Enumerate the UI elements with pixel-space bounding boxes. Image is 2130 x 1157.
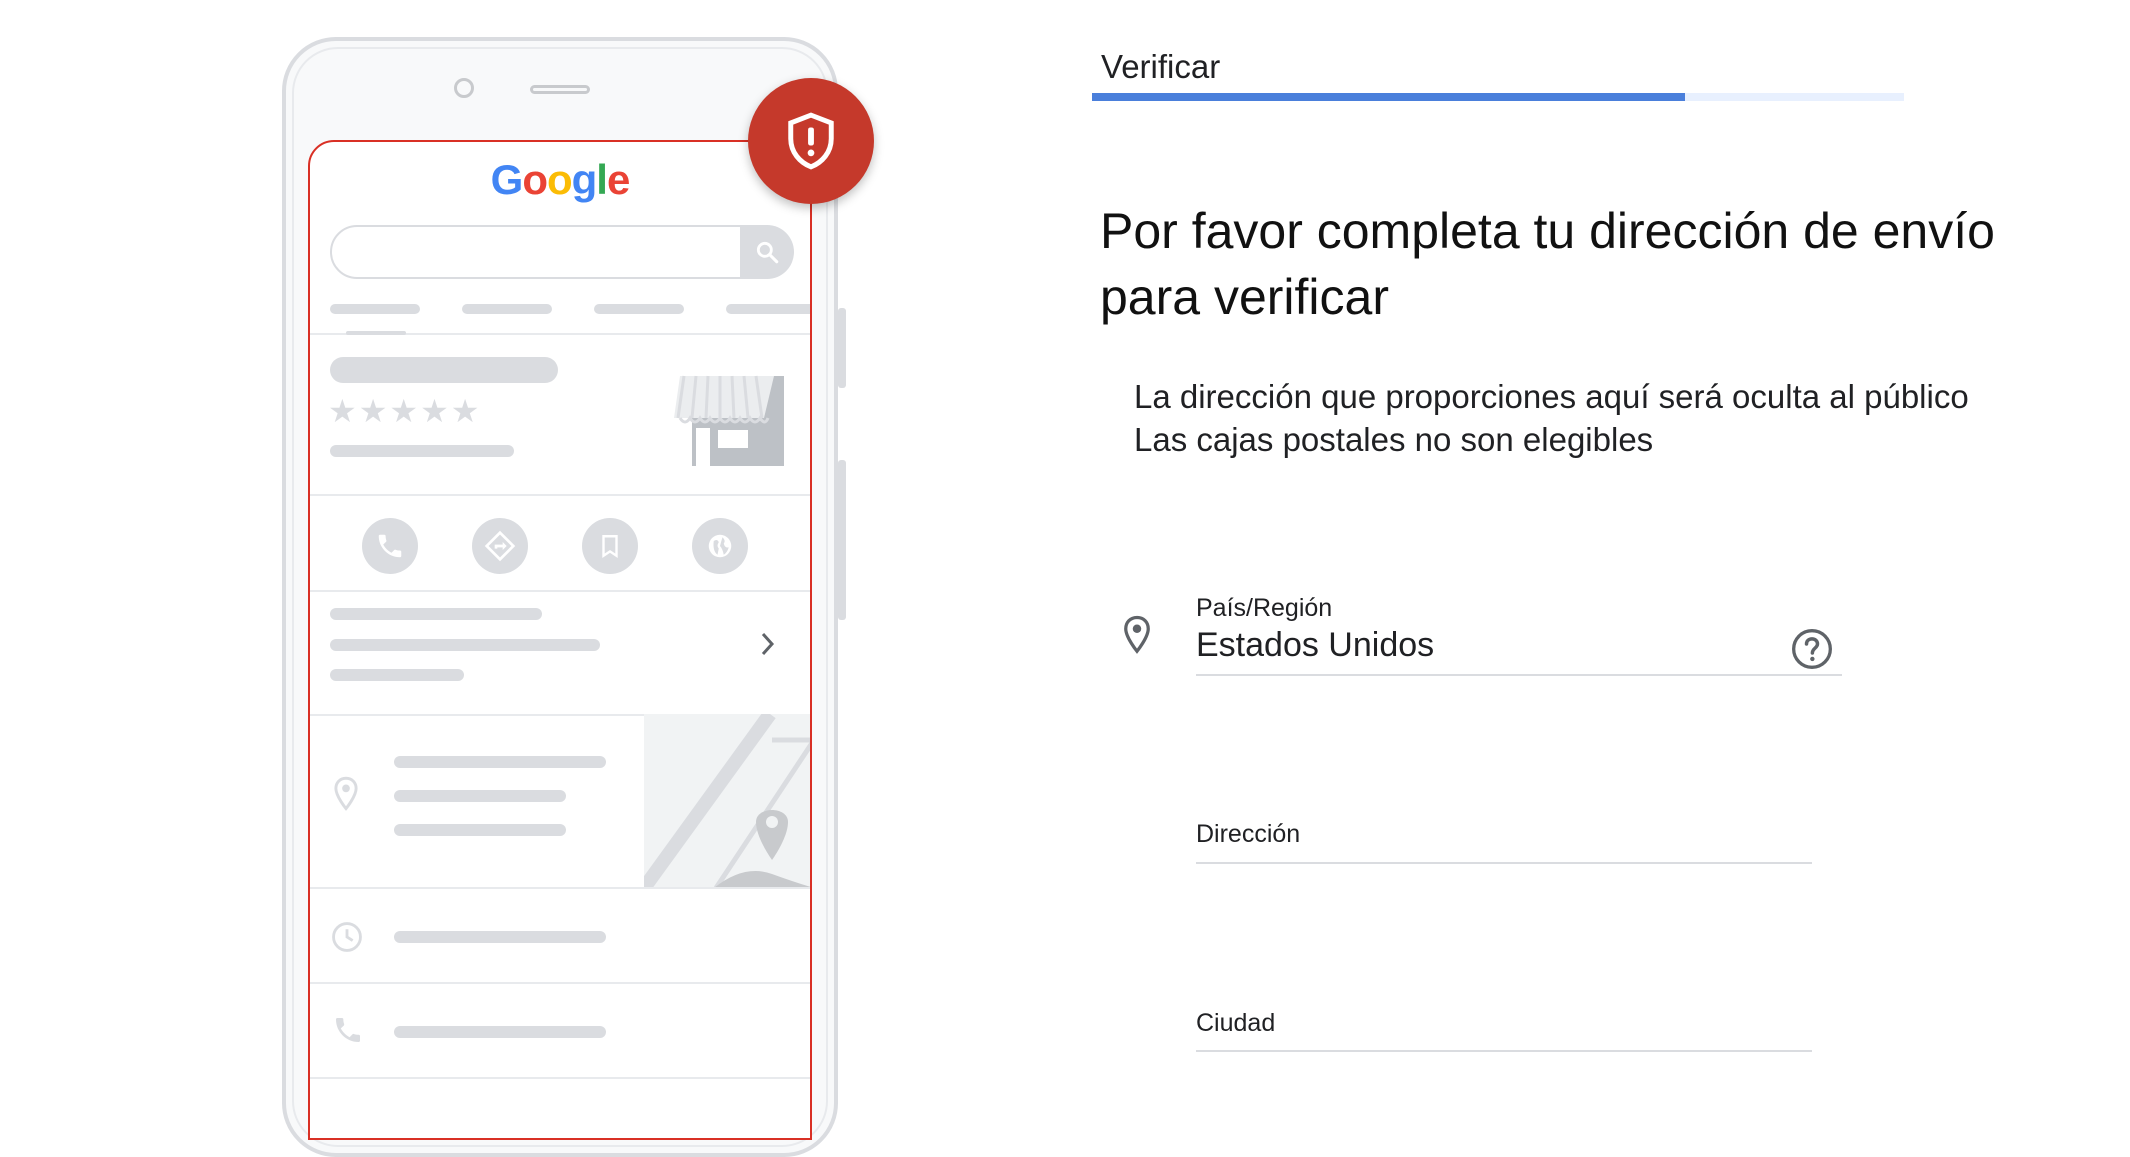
po-box-note: Las cajas postales no son elegibles (1134, 421, 1654, 458)
save-action-button[interactable] (582, 518, 638, 574)
shield-alert-icon (788, 112, 834, 170)
info-placeholder (330, 608, 542, 620)
tab-placeholder[interactable] (462, 304, 552, 314)
business-subtitle-placeholder (330, 445, 514, 457)
info-placeholder (330, 639, 600, 651)
tab-placeholder[interactable] (726, 304, 810, 314)
call-action-button[interactable] (362, 518, 418, 574)
tab-indicator (346, 331, 406, 335)
bookmark-icon (602, 535, 618, 558)
phone-placeholder (394, 1026, 606, 1038)
website-action-button[interactable] (692, 518, 748, 574)
rating-stars: ★★★★★ (328, 392, 482, 430)
address-field-underline (1196, 862, 1812, 864)
hours-placeholder (394, 931, 606, 943)
country-field-value[interactable]: Estados Unidos (1196, 626, 1434, 665)
clock-icon (332, 922, 362, 952)
search-input[interactable] (330, 225, 790, 279)
directions-icon (484, 530, 516, 562)
chevron-right-icon[interactable] (758, 630, 778, 658)
phone-icon (336, 1018, 360, 1042)
search-icon (756, 241, 779, 264)
location-pin-icon (334, 776, 358, 811)
page-heading: Por favor completa tu dirección de envío… (1100, 203, 1995, 325)
city-field-underline (1196, 1050, 1812, 1052)
phone-side-button (838, 308, 846, 388)
city-input[interactable] (1196, 1014, 1810, 1054)
country-field-label: País/Región (1196, 594, 1333, 622)
search-button[interactable] (740, 225, 794, 279)
location-pin-icon (1124, 615, 1150, 654)
storefront-icon (674, 375, 784, 466)
address-placeholder (394, 756, 606, 768)
phone-side-button (838, 460, 846, 620)
phone-screen: Google ★★★★★ (308, 140, 812, 1140)
map-thumbnail[interactable] (644, 714, 812, 888)
info-placeholder (330, 669, 464, 681)
address-input[interactable] (1196, 826, 1810, 866)
business-name-placeholder (330, 357, 558, 383)
directions-action-button[interactable] (472, 518, 528, 574)
tab-placeholder[interactable] (594, 304, 684, 314)
privacy-note: La dirección que proporciones aquí será … (1134, 378, 1969, 415)
phone-icon (378, 534, 402, 558)
phone-camera (454, 78, 474, 98)
google-logo: Google (490, 156, 631, 203)
globe-icon (708, 534, 732, 558)
phone-speaker (530, 85, 590, 94)
step-title: Verificar (1101, 48, 1221, 85)
address-placeholder (394, 790, 566, 802)
alert-badge (748, 78, 874, 204)
progress-bar-fill (1092, 93, 1685, 101)
address-placeholder (394, 824, 566, 836)
help-circle-icon[interactable] (1790, 627, 1834, 671)
tab-placeholder[interactable] (330, 304, 420, 314)
country-field-underline (1196, 674, 1842, 676)
